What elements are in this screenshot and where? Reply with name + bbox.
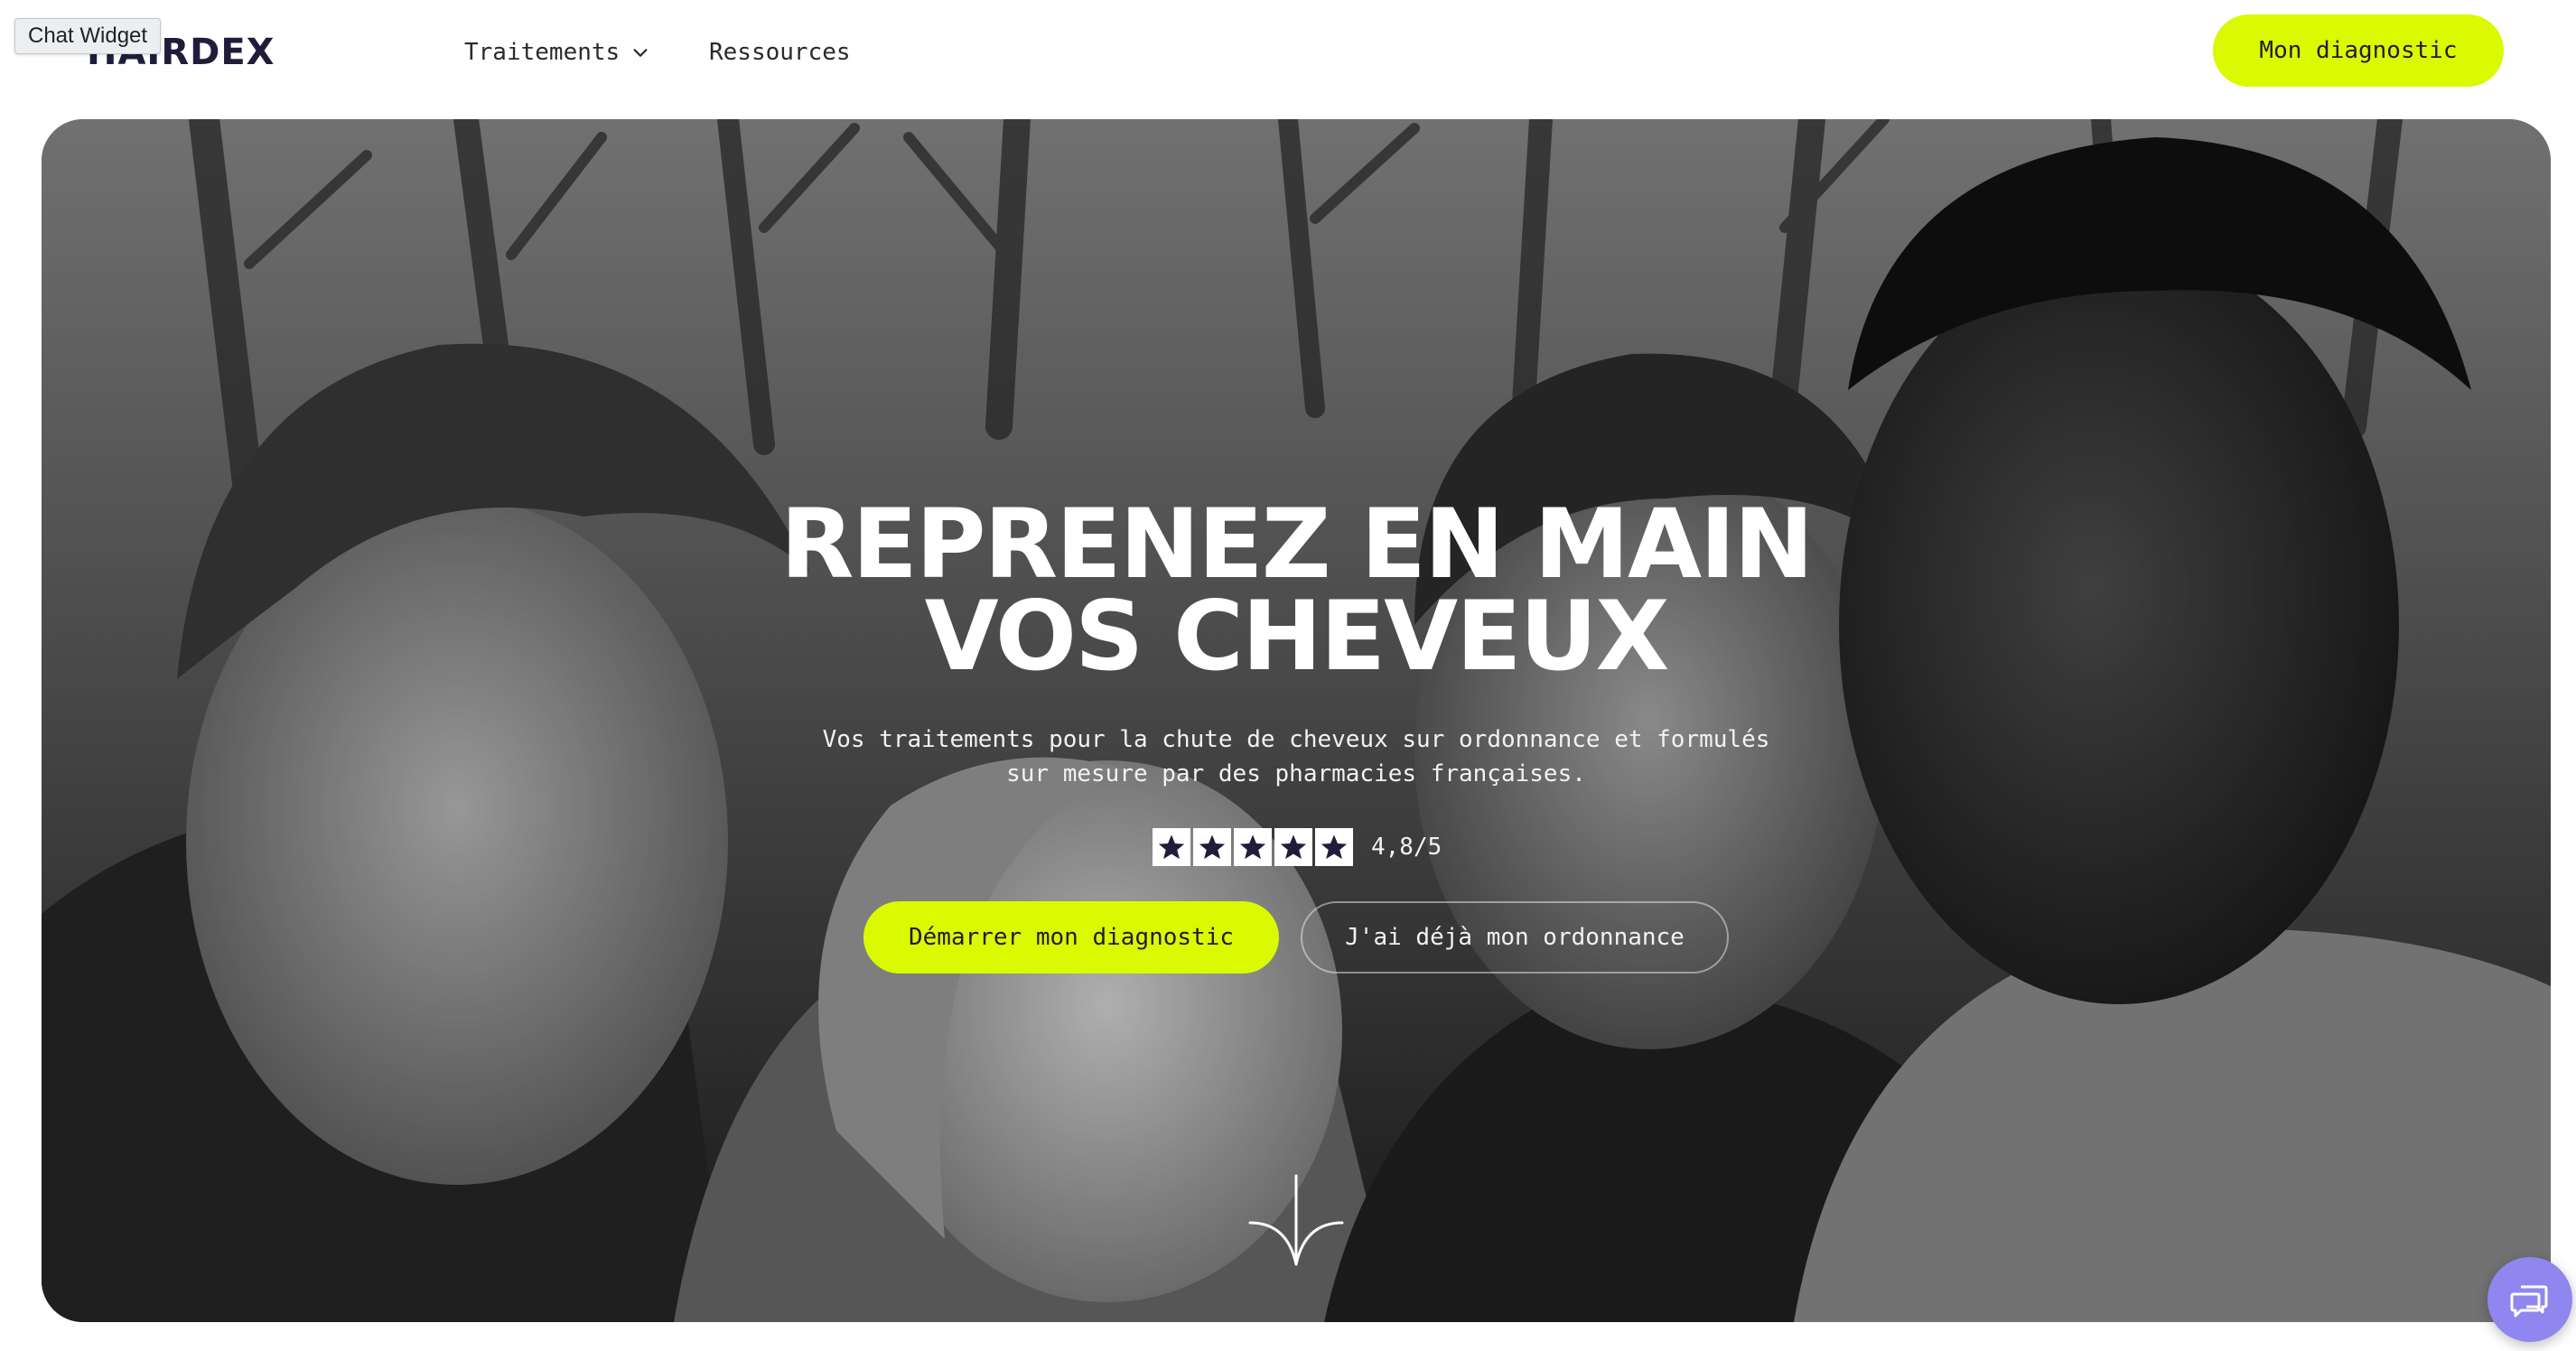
hero-title-line: REPRENEZ EN MAIN xyxy=(779,489,1814,600)
hero-overlay xyxy=(42,119,2551,1322)
nav-item-ressources[interactable]: Ressources xyxy=(709,34,851,70)
rating-value: 4,8/5 xyxy=(1371,834,1442,861)
star-icon xyxy=(1315,828,1353,866)
nav-item-label: Traitements xyxy=(464,39,621,66)
site-header: HAIRDEX Traitements Ressources Mon diagn… xyxy=(0,0,2576,121)
hero-title: REPRENEZ EN MAIN VOS CHEVEUX xyxy=(42,489,2551,692)
have-prescription-button[interactable]: J'ai déjà mon ordonnance xyxy=(1301,901,1729,974)
star-icon xyxy=(1234,828,1272,866)
star-icon xyxy=(1193,828,1231,866)
rating-stars xyxy=(1153,828,1353,866)
star-icon xyxy=(1274,828,1312,866)
chat-widget-tooltip: Chat Widget xyxy=(14,18,162,54)
start-diagnostic-button[interactable]: Démarrer mon diagnostic xyxy=(863,901,1279,974)
hero-subtitle-line: sur mesure par des pharmacies françaises… xyxy=(1006,760,1586,787)
chat-launcher-button[interactable] xyxy=(2487,1257,2572,1342)
hero-subtitle-line: Vos traitements pour la chute de cheveux… xyxy=(822,726,1770,753)
star-icon xyxy=(1153,828,1190,866)
chevron-down-icon xyxy=(633,49,648,57)
mon-diagnostic-button[interactable]: Mon diagnostic xyxy=(2213,14,2504,87)
hero-subtitle: Vos traitements pour la chute de cheveux… xyxy=(42,722,2551,791)
hero-title-line: VOS CHEVEUX xyxy=(924,581,1670,692)
arrow-down-icon[interactable] xyxy=(1246,1170,1346,1270)
hero-section: REPRENEZ EN MAIN VOS CHEVEUX Vos traitem… xyxy=(42,119,2551,1322)
rating-block: 4,8/5 xyxy=(1153,827,1442,867)
nav-item-traitements[interactable]: Traitements xyxy=(464,34,650,70)
chat-bubbles-icon xyxy=(2510,1285,2548,1318)
